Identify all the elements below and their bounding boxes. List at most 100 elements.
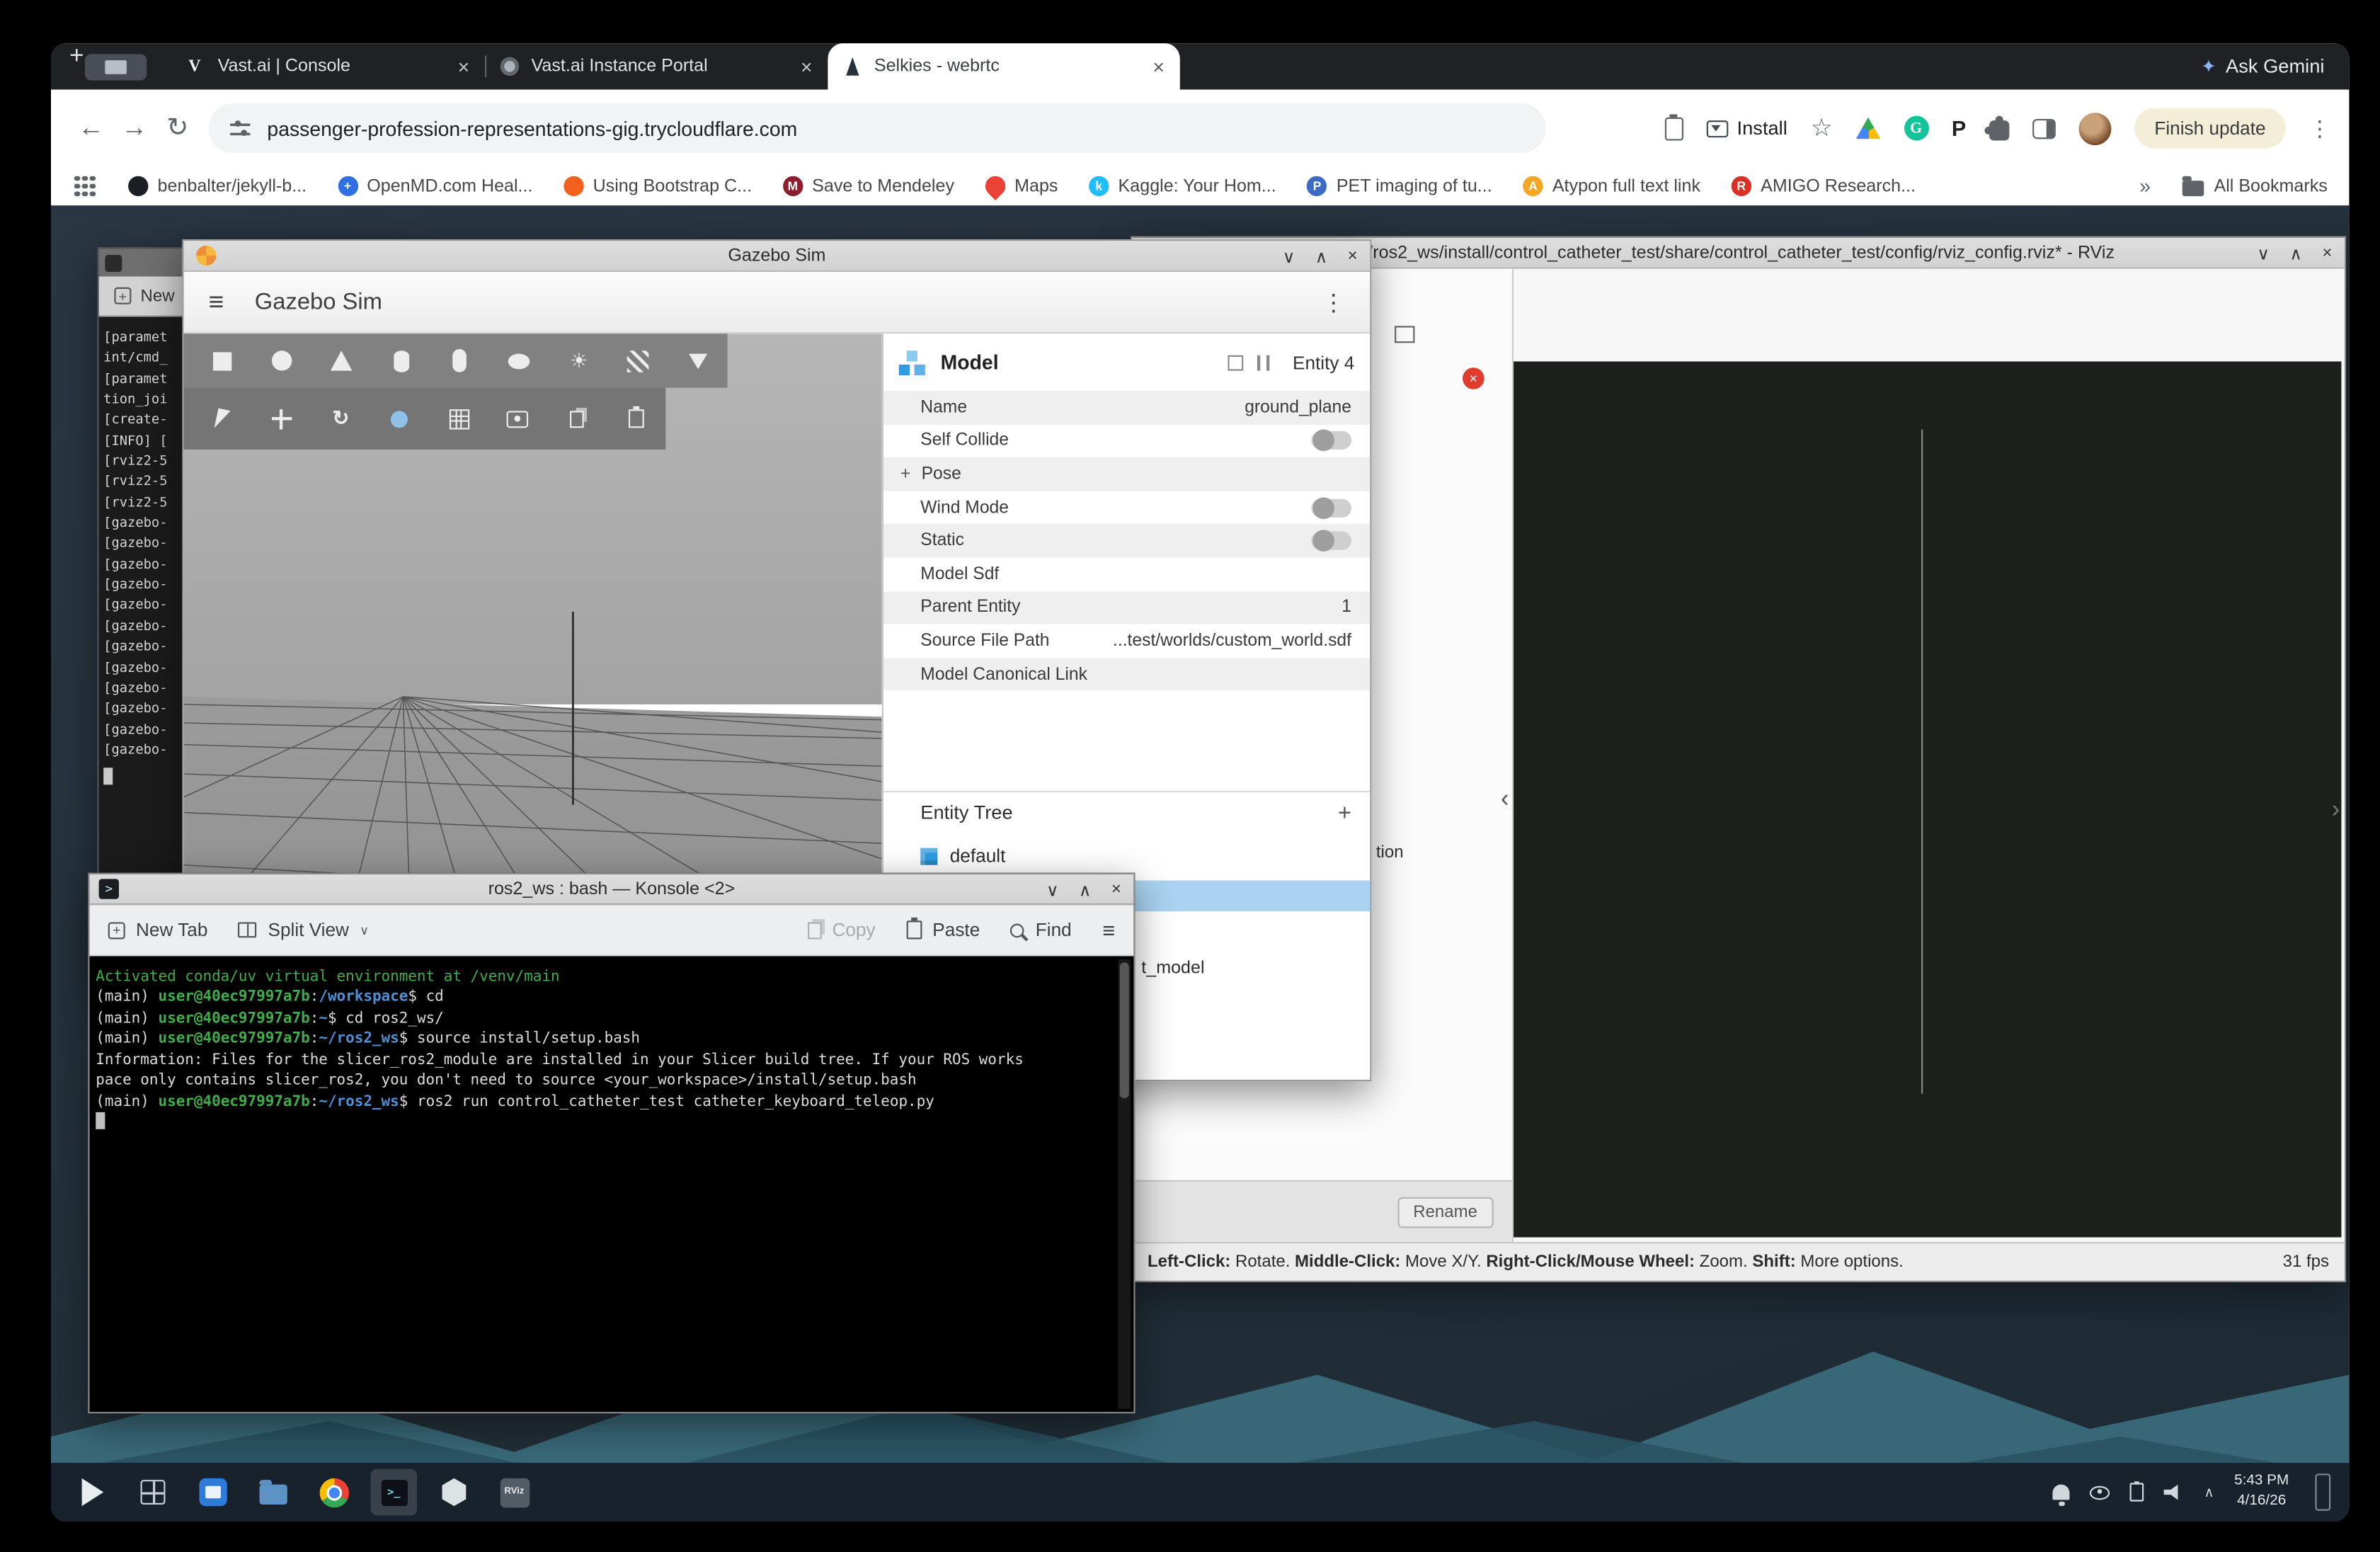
select-tool-button[interactable] (193, 388, 252, 450)
forward-button[interactable]: → (113, 107, 156, 150)
notifications-bell-icon[interactable] (2053, 1485, 2070, 1500)
browser-tab-selkies-webrtc[interactable]: Selkies - webrtc× (828, 43, 1179, 89)
cone-shape-button[interactable] (311, 333, 371, 387)
site-settings-icon[interactable] (230, 119, 250, 137)
omnibox[interactable]: passenger-profession-representations-gig… (209, 103, 1546, 153)
folder-button[interactable] (250, 1469, 296, 1515)
new-tab-button[interactable]: + (69, 43, 84, 69)
static-toggle[interactable] (1311, 532, 1351, 550)
clock[interactable]: 5:43 PM 4/16/26 (2234, 1473, 2289, 1512)
screenshot-button[interactable] (488, 388, 547, 450)
bookmark-kaggle-your-hom[interactable]: kKaggle: Your Hom... (1089, 176, 1276, 196)
ask-gemini-button[interactable]: ✦ Ask Gemini (2201, 43, 2324, 89)
pause-icon[interactable] (1257, 355, 1269, 370)
chrome-button[interactable] (311, 1469, 357, 1515)
konsole-menu-button[interactable]: ≡ (1102, 918, 1115, 942)
minimize-button[interactable]: ∨ (2257, 244, 2270, 263)
profile-avatar[interactable] (2078, 112, 2111, 144)
find-button[interactable]: Find (1011, 919, 1072, 941)
self-collide-toggle[interactable] (1311, 432, 1351, 450)
url[interactable]: passenger-profession-representations-gig… (267, 117, 797, 140)
scrollbar-thumb[interactable] (1120, 962, 1129, 1098)
bookmark-amigo-research[interactable]: RAMIGO Research... (1732, 176, 1916, 196)
all-bookmarks-button[interactable]: All Bookmarks (2182, 177, 2328, 195)
add-entity-icon[interactable]: + (1338, 799, 1351, 826)
close-button[interactable]: × (2322, 244, 2332, 263)
back-button[interactable]: ← (69, 107, 113, 150)
gazebo-app-button[interactable] (431, 1469, 477, 1515)
tray-expand-icon[interactable]: ∧ (2204, 1484, 2214, 1501)
detach-panel-icon[interactable] (1228, 355, 1243, 370)
rviz-app-button[interactable] (491, 1469, 537, 1515)
property-row-wind-mode[interactable]: Wind Mode (883, 491, 1370, 524)
bookmark-benbalter-jekyll-b[interactable]: benbalter/jekyll-b... (128, 176, 307, 196)
browser-tab-vast-ai-console[interactable]: VVast.ai | Console× (168, 43, 485, 89)
property-row-name[interactable]: Nameground_plane (883, 391, 1370, 424)
property-row-pose[interactable]: +Pose (883, 457, 1370, 491)
terminal-app-button[interactable] (371, 1469, 417, 1515)
expand-icon[interactable]: + (900, 465, 910, 484)
clipboard-icon[interactable] (1664, 117, 1683, 140)
bookmark-star-icon[interactable]: ☆ (1811, 113, 1833, 144)
tab-close-button[interactable]: × (1152, 55, 1165, 78)
new-tab-icon[interactable] (114, 287, 131, 304)
new-tab-label[interactable]: New (141, 287, 175, 305)
sphere-shape-button[interactable] (253, 333, 312, 387)
bookmark-openmd-com-heal[interactable]: +OpenMD.com Heal... (338, 176, 533, 196)
extensions-puzzle-icon[interactable] (1989, 120, 2009, 140)
point-light-button[interactable]: ☀ (549, 333, 609, 387)
finish-update-button[interactable]: Finish update (2134, 108, 2286, 149)
files-app-button[interactable] (190, 1469, 236, 1515)
virtual-desktops-button[interactable] (130, 1469, 176, 1515)
browser-tab-vast-ai-instance-portal[interactable]: Vast.ai Instance Portal× (485, 43, 828, 89)
rename-button[interactable]: Rename (1397, 1197, 1492, 1228)
p-extension-icon[interactable]: P (1952, 116, 1966, 141)
close-button[interactable]: × (1111, 881, 1121, 899)
bookmark-save-to-mendeley[interactable]: MSave to Mendeley (783, 176, 954, 196)
maximize-button[interactable]: ∧ (1079, 879, 1092, 899)
grid-view-button[interactable] (430, 388, 488, 450)
property-row-static[interactable]: Static (883, 524, 1370, 557)
reload-button[interactable]: ↻ (156, 107, 199, 150)
paste-button[interactable]: Paste (906, 919, 980, 941)
directional-light-button[interactable] (609, 333, 668, 387)
remote-desktop[interactable]: New [parametint/cmd_[paramettion_joi[cre… (51, 205, 2349, 1522)
volume-icon[interactable] (2164, 1484, 2184, 1501)
panel-collapse-left-icon[interactable]: ‹ (1501, 786, 1509, 814)
tab-close-button[interactable]: × (458, 55, 470, 78)
cylinder-shape-button[interactable] (371, 333, 430, 387)
gazebo-kebab-menu-icon[interactable]: ⋮ (1322, 288, 1346, 316)
split-view-button[interactable]: Split View ∨ (239, 919, 369, 941)
property-row-model-canonical-link[interactable]: Model Canonical Link (883, 658, 1370, 691)
clipboard-tray-icon[interactable] (2130, 1483, 2144, 1501)
tab-close-button[interactable]: × (801, 55, 813, 78)
bookmark-maps[interactable]: Maps (985, 176, 1058, 196)
paste-tool-button[interactable] (607, 388, 665, 450)
entity-tree-item[interactable]: default (920, 845, 1005, 867)
maximize-button[interactable]: ∧ (2289, 244, 2302, 263)
side-panel-icon[interactable] (2032, 118, 2056, 138)
browser-menu-icon[interactable]: ⋮ (2309, 115, 2331, 142)
minimize-button[interactable]: ∨ (1283, 246, 1295, 266)
grammarly-extension-icon[interactable]: G (1904, 116, 1928, 141)
bookmark-using-bootstrap-c[interactable]: Using Bootstrap C... (563, 176, 752, 196)
scrollbar[interactable] (1119, 959, 1131, 1409)
panel-collapse-right-icon[interactable]: › (2332, 797, 2340, 825)
property-row-model-sdf[interactable]: Model Sdf (883, 558, 1370, 591)
bookmark-atypon-full-text-link[interactable]: AAtypon full text link (1523, 176, 1700, 196)
property-row-parent-entity[interactable]: Parent Entity1 (883, 591, 1370, 624)
bookmark-pet-imaging-of-tu[interactable]: PPET imaging of tu... (1307, 176, 1492, 196)
wind-mode-toggle[interactable] (1311, 498, 1351, 517)
snap-tool-button[interactable] (370, 388, 429, 450)
rviz-3d-view[interactable]: › (1514, 362, 2341, 1238)
konsole-titlebar[interactable]: ros2_ws : bash — Konsole <2> ∨∧× (90, 874, 1134, 906)
gazebo-titlebar[interactable]: Gazebo Sim ∨∧× (184, 241, 1371, 272)
new-tab-button[interactable]: New Tab (108, 919, 208, 941)
translate-tool-button[interactable] (252, 388, 311, 450)
entity-item-partial-label[interactable]: t_model (1141, 959, 1204, 978)
remove-display-button[interactable] (1463, 367, 1484, 389)
terminal[interactable]: Activated conda/uv virtual environment a… (90, 956, 1134, 1412)
ellipsoid-shape-button[interactable] (490, 333, 549, 387)
spot-light-button[interactable] (668, 333, 728, 387)
apps-grid-icon[interactable] (73, 173, 98, 198)
